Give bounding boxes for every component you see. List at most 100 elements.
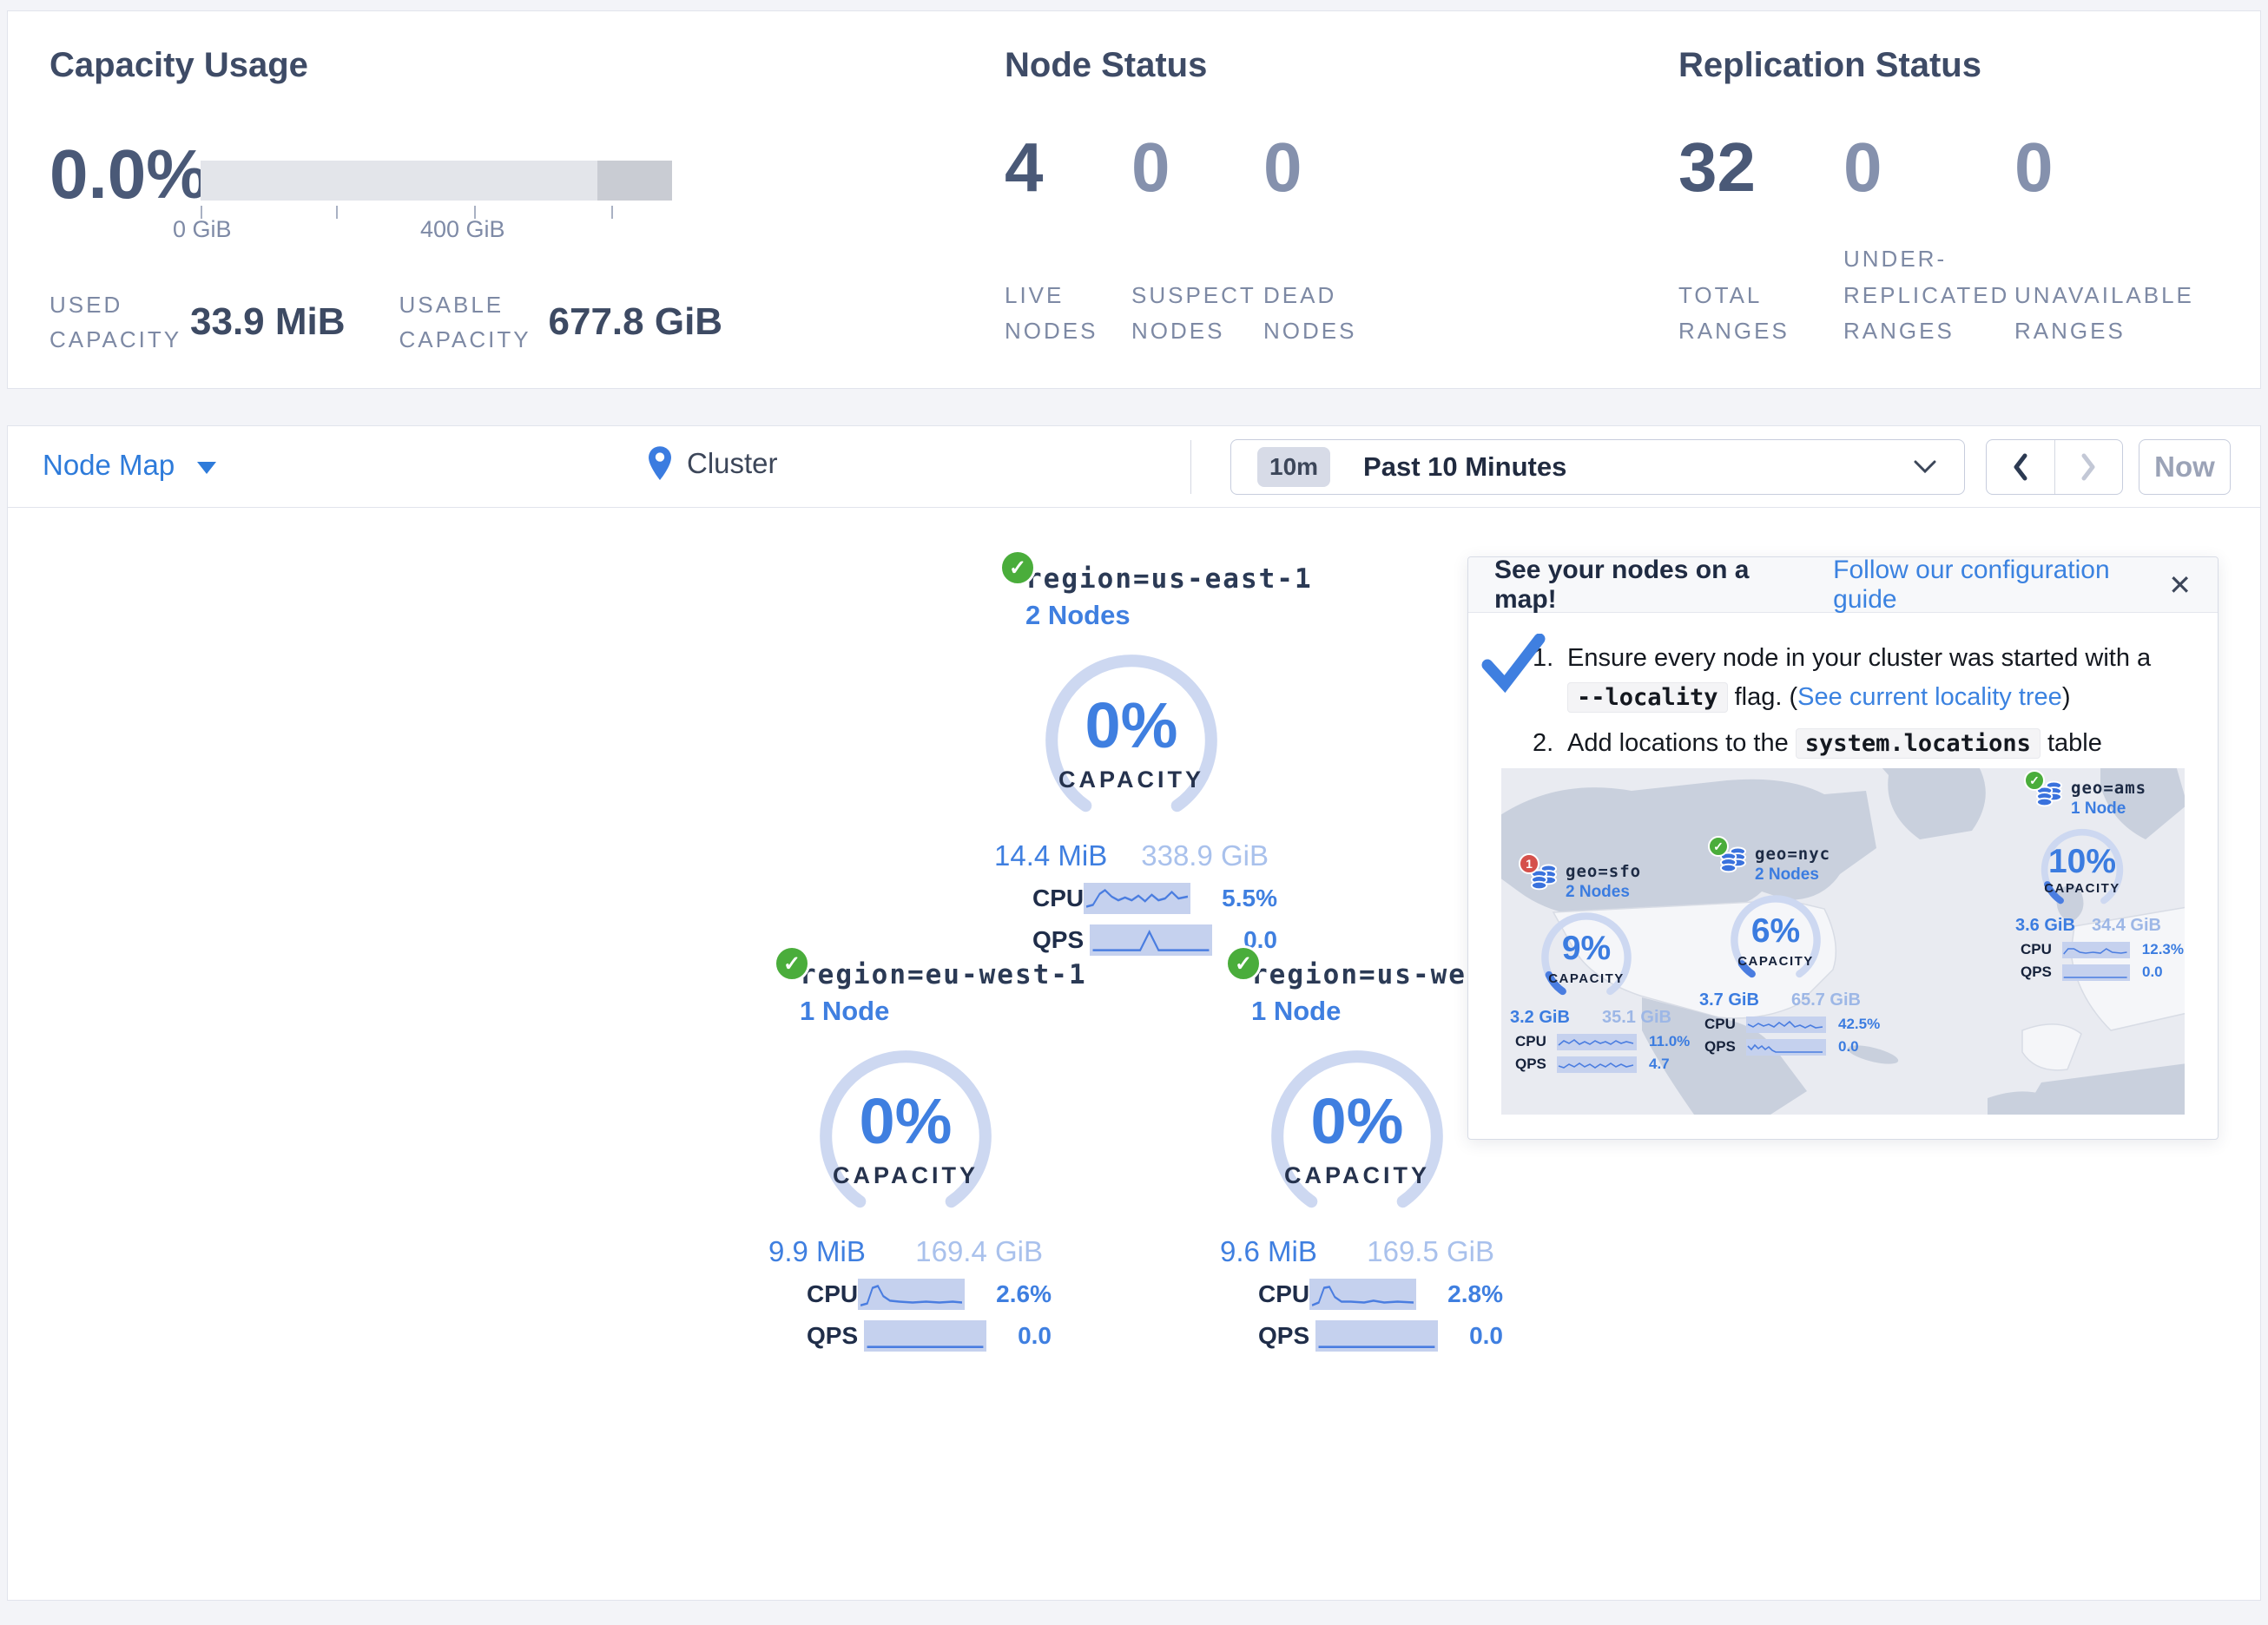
- breadcrumb-label: Cluster: [687, 447, 778, 480]
- healthy-check-icon: ✓: [1225, 945, 1262, 982]
- chevron-right-icon: [2078, 452, 2099, 482]
- live-nodes-metric: 4 LIVE NODES: [1005, 133, 1131, 350]
- qps-label: QPS: [807, 1322, 864, 1350]
- locality-tree-link[interactable]: See current locality tree: [1797, 683, 2062, 711]
- cpu-value: 42.5%: [1838, 1016, 1880, 1033]
- map-pin-icon: [647, 445, 673, 482]
- time-range-label: Past 10 Minutes: [1363, 451, 1566, 483]
- cpu-metric-row: CPU 42.5%: [1704, 1016, 1890, 1033]
- capacity-usage-bar-segment: [597, 161, 672, 201]
- locality-node-count: 2 Nodes: [1566, 883, 1641, 902]
- cpu-metric-row: CPU 5.5%: [1032, 883, 1277, 914]
- cluster-summary-panel: Capacity Usage 0.0% 0 GiB 400 GiB USED C…: [7, 10, 2261, 389]
- qps-sparkline: [1315, 1320, 1438, 1352]
- locality-title: region=eu-west-1: [800, 959, 1087, 990]
- qps-label: QPS: [1515, 1056, 1557, 1073]
- capacity-gauge-label: CAPACITY: [1038, 766, 1225, 793]
- mini-node-group-ams: ✓ geo=ams 1 Node: [2019, 779, 2184, 981]
- replication-status-section: Replication Status 32 TOTAL RANGES 0 UND…: [1678, 11, 2260, 388]
- capacity-gauge-label: CAPACITY: [812, 1162, 999, 1189]
- step-1-text: Ensure every node in your cluster was st…: [1567, 639, 2181, 717]
- capacity-gauge: 0% CAPACITY: [1263, 1043, 1451, 1230]
- qps-label: QPS: [1032, 926, 1090, 954]
- capacity-details: USED CAPACITY 33.9 MiB USABLE CAPACITY 6…: [49, 287, 776, 358]
- toolbar-divider: [1190, 440, 1191, 494]
- locality-title: geo=ams: [2071, 779, 2146, 798]
- close-icon[interactable]: ✕: [2168, 569, 2192, 602]
- locality-title: geo=sfo: [1566, 862, 1641, 881]
- cpu-metric-row: CPU 2.6%: [807, 1279, 1052, 1310]
- usable-capacity-value: 677.8 GiB: [549, 300, 723, 344]
- total-capacity: 35.1 GiB: [1602, 1008, 1671, 1028]
- node-status-title: Node Status: [1005, 46, 1207, 85]
- cpu-value: 12.3%: [2142, 941, 2184, 958]
- cpu-value: 11.0%: [1649, 1033, 1690, 1050]
- qps-label: QPS: [1704, 1038, 1746, 1056]
- qps-sparkline: [1746, 1039, 1826, 1056]
- now-button[interactable]: Now: [2139, 439, 2231, 495]
- cpu-label: CPU: [1704, 1016, 1746, 1033]
- capacity-percent: 10%: [2038, 843, 2126, 881]
- qps-value: 0.0: [1018, 1322, 1052, 1350]
- cpu-sparkline: [1084, 883, 1190, 914]
- capacity-usage-bar: [201, 161, 672, 201]
- node-map-canvas: ✓ region=us-east-1 2 Nodes 0% CAPACIT: [8, 508, 2260, 1600]
- time-range-badge: 10m: [1257, 447, 1330, 487]
- qps-metric-row: QPS 4.7: [1515, 1056, 1701, 1073]
- used-capacity: 14.4 MiB: [994, 839, 1107, 872]
- used-capacity-label: USED CAPACITY: [49, 287, 190, 358]
- qps-sparkline: [1557, 1056, 1637, 1073]
- node-group-us-west-1[interactable]: ✓ region=us-west-1 1 Node 0% CAPACITY: [1208, 959, 1503, 1352]
- cpu-label: CPU: [1258, 1280, 1309, 1308]
- cpu-metric-row: CPU 12.3%: [2021, 941, 2184, 958]
- healthy-check-icon: ✓: [774, 945, 810, 982]
- node-group-eu-west-1[interactable]: ✓ region=eu-west-1 1 Node 0% CAPACITY: [756, 959, 1052, 1352]
- locality-node-count: 2 Nodes: [1025, 600, 1313, 631]
- capacity-tick-0: 0 GiB: [173, 216, 232, 243]
- view-selector-dropdown[interactable]: Node Map: [43, 449, 216, 482]
- time-range-dropdown[interactable]: 10m Past 10 Minutes: [1230, 439, 1965, 495]
- used-capacity: 9.6 MiB: [1220, 1235, 1317, 1268]
- prev-time-button[interactable]: [1987, 440, 2055, 494]
- healthy-check-icon: ✓: [2024, 770, 2045, 791]
- total-ranges-metric: 32 TOTAL RANGES: [1678, 133, 1843, 350]
- qps-sparkline: [864, 1320, 986, 1352]
- cpu-sparkline: [858, 1279, 965, 1310]
- unavailable-ranges-metric: 0 UNAVAILABLE RANGES: [2014, 133, 2197, 350]
- capacity-percent: 6%: [1727, 912, 1824, 951]
- chevron-down-icon: [1914, 460, 1936, 474]
- cpu-value: 2.8%: [1447, 1280, 1503, 1308]
- cpu-label: CPU: [807, 1280, 858, 1308]
- live-nodes-value: 4: [1005, 133, 1131, 202]
- view-selector-label: Node Map: [43, 449, 175, 482]
- healthy-check-icon: ✓: [999, 549, 1036, 586]
- cpu-sparkline: [2062, 942, 2130, 958]
- cpu-label: CPU: [2021, 941, 2062, 958]
- next-time-button[interactable]: [2055, 440, 2123, 494]
- usable-capacity-label: USABLE CAPACITY: [399, 287, 549, 358]
- under-replicated-label: UNDER-REPLICATED RANGES: [1843, 241, 2008, 350]
- capacity-percent: 0%: [1263, 1084, 1451, 1158]
- chevron-left-icon: [2010, 452, 2031, 482]
- dead-nodes-label: DEAD NODES: [1263, 278, 1368, 350]
- replication-status-title: Replication Status: [1678, 46, 1981, 85]
- breadcrumb[interactable]: Cluster: [647, 445, 778, 482]
- total-capacity: 169.4 GiB: [915, 1235, 1043, 1268]
- used-capacity: 3.2 GiB: [1510, 1008, 1570, 1028]
- node-group-us-east-1[interactable]: ✓ region=us-east-1 2 Nodes 0% CAPACIT: [982, 563, 1277, 956]
- configuration-guide-link[interactable]: Follow our configuration guide: [1833, 556, 2168, 615]
- used-capacity: 3.6 GiB: [2015, 916, 2075, 936]
- step-1: 1. Ensure every node in your cluster was…: [1533, 639, 2181, 717]
- dead-nodes-metric: 0 DEAD NODES: [1263, 133, 1402, 350]
- node-status-section: Node Status 4 LIVE NODES 0 SUSPECT NODES…: [963, 11, 1678, 388]
- capacity-gauge: 0% CAPACITY: [812, 1043, 999, 1230]
- cpu-value: 2.6%: [996, 1280, 1052, 1308]
- qps-metric-row: QPS 0.0: [1704, 1038, 1890, 1056]
- qps-metric-row: QPS 0.0: [2021, 964, 2184, 981]
- cpu-value: 5.5%: [1222, 885, 1277, 912]
- capacity-percent: 0%: [812, 1084, 999, 1158]
- system-locations-code: system.locations: [1796, 728, 2041, 759]
- popup-title: See your nodes on a map!: [1494, 556, 1807, 615]
- cpu-metric-row: CPU 11.0%: [1515, 1033, 1701, 1050]
- qps-metric-row: QPS 0.0: [1258, 1320, 1503, 1352]
